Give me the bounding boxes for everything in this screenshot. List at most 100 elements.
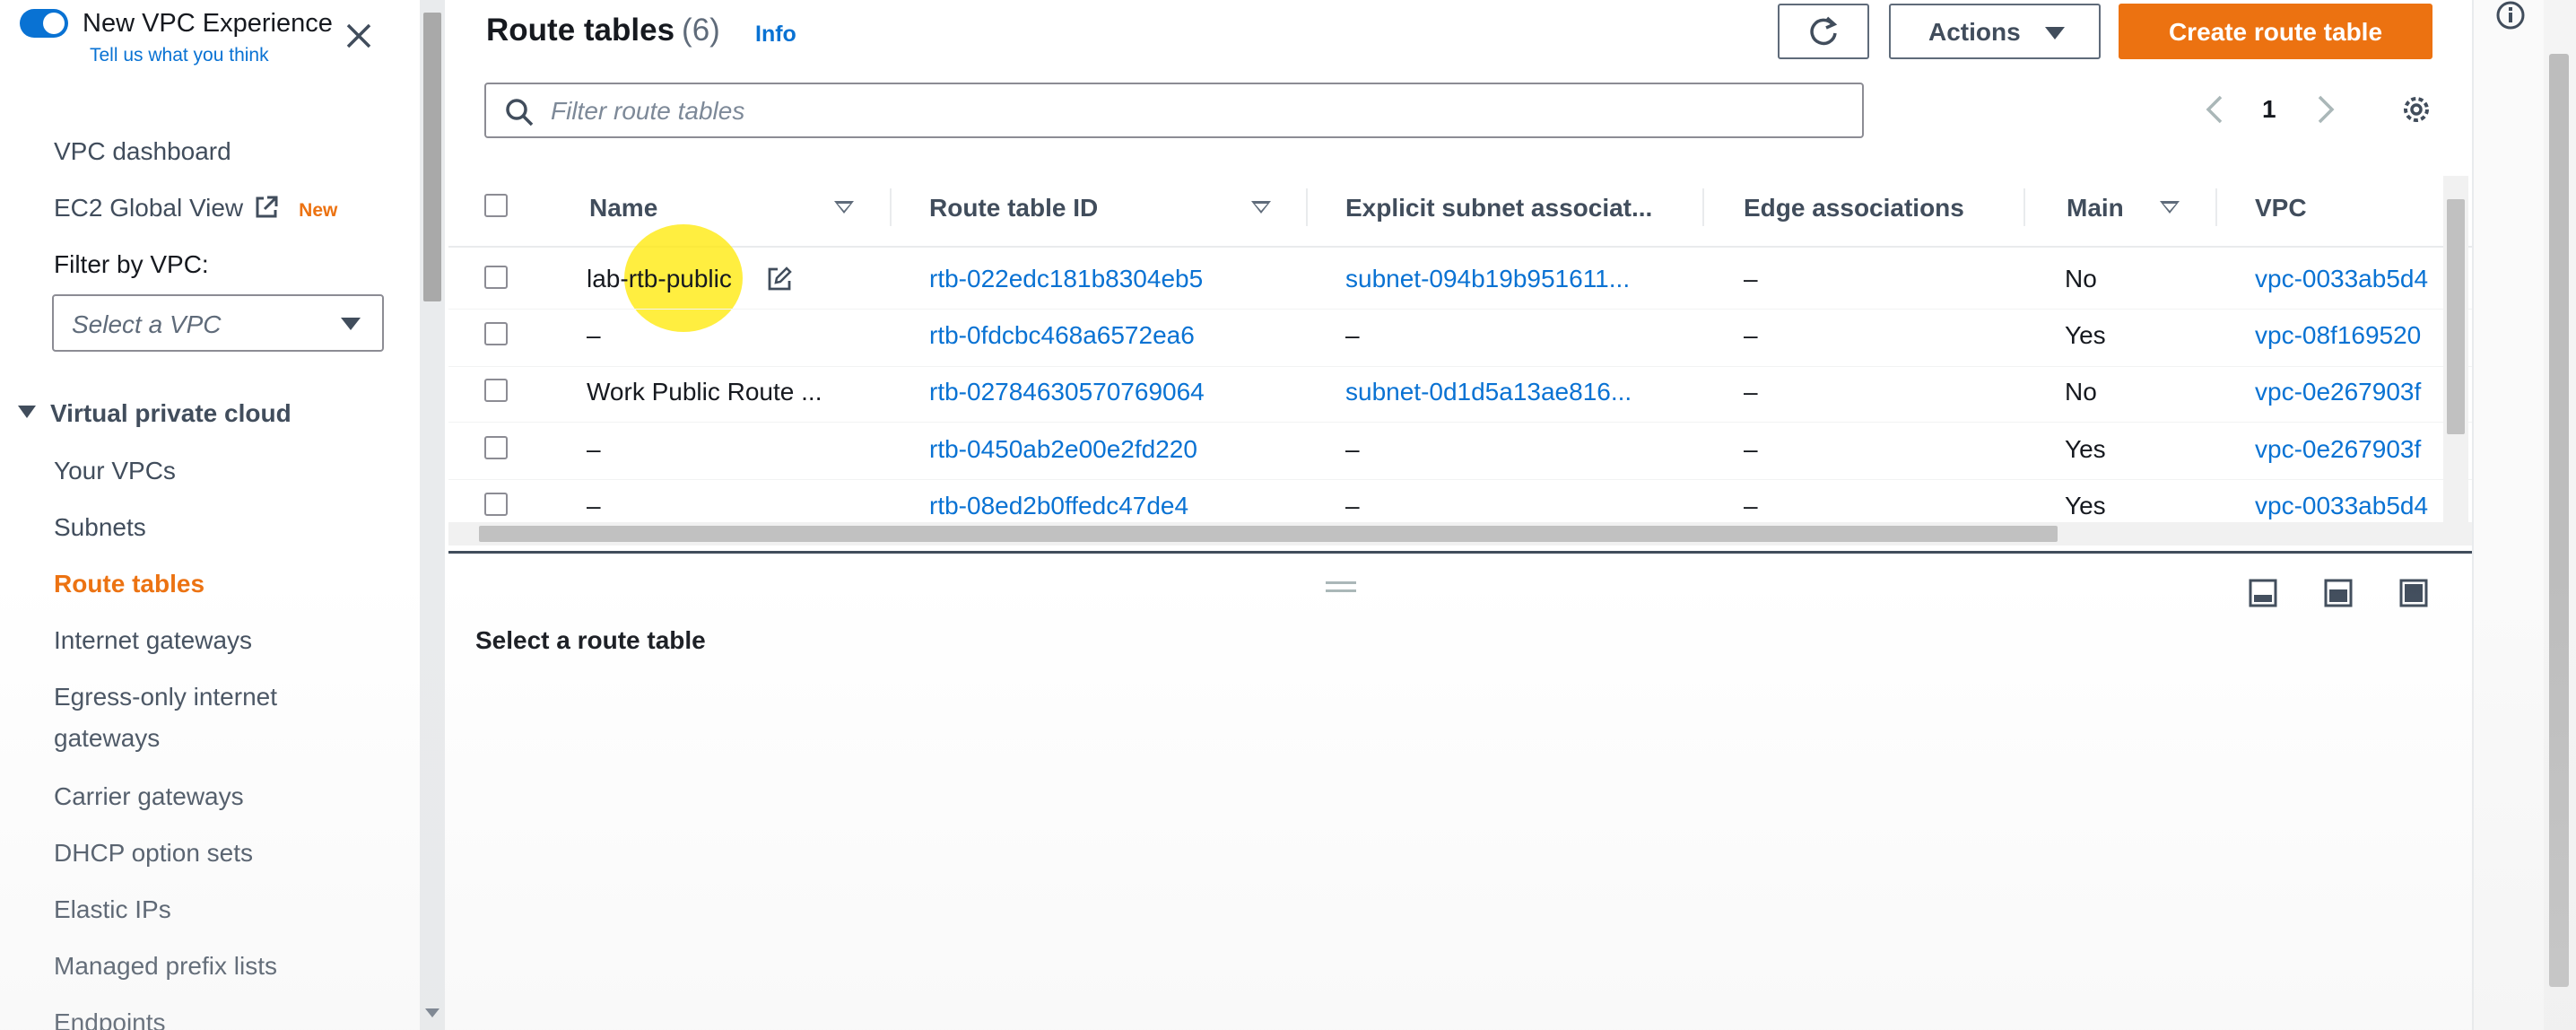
scroll-down-arrow[interactable] xyxy=(425,1008,439,1017)
nav-dhcp-option-sets[interactable]: DHCP option sets xyxy=(54,839,253,868)
table-horizontal-scrollbar[interactable] xyxy=(448,522,2472,546)
cell-route-table-id[interactable]: rtb-022edc181b8304eb5 xyxy=(929,265,1203,293)
cell-route-table-id[interactable]: rtb-0450ab2e00e2fd220 xyxy=(929,435,1197,464)
row-checkbox[interactable] xyxy=(484,493,508,516)
nav-carrier-gateways[interactable]: Carrier gateways xyxy=(54,782,244,811)
nav-egress-only-internet-gateways-line2[interactable]: gateways xyxy=(54,724,160,753)
split-panel-resize-handle[interactable] xyxy=(1326,581,1356,592)
caret-down-icon xyxy=(2045,27,2065,39)
nav-your-vpcs[interactable]: Your VPCs xyxy=(54,457,176,485)
cell-name: – xyxy=(587,492,601,519)
scrollbar-thumb[interactable] xyxy=(2447,199,2465,434)
sidebar: New VPC Experience Tell us what you thin… xyxy=(0,0,420,1030)
nav-vpc-dashboard[interactable]: VPC dashboard xyxy=(54,137,231,166)
nav-managed-prefix-lists[interactable]: Managed prefix lists xyxy=(54,952,277,981)
close-icon[interactable] xyxy=(343,20,375,52)
actions-button[interactable]: Actions xyxy=(1889,4,2101,59)
column-header-vpc[interactable]: VPC xyxy=(2255,194,2307,223)
cell-vpc[interactable]: vpc-0e267903f xyxy=(2255,435,2421,464)
cell-subnet: – xyxy=(1345,435,1360,463)
cell-edge: – xyxy=(1744,265,1758,292)
split-panel-full-icon[interactable] xyxy=(2398,578,2429,608)
sort-icon[interactable] xyxy=(1251,201,1271,214)
scrollbar-thumb[interactable] xyxy=(479,526,2058,542)
nav-label: EC2 Global View xyxy=(54,194,244,222)
cell-name[interactable]: lab-rtb-public xyxy=(587,265,732,293)
row-checkbox[interactable] xyxy=(484,322,508,345)
cell-subnet: – xyxy=(1345,492,1360,519)
cell-subnet[interactable]: subnet-094b19b951611... xyxy=(1345,265,1630,293)
cell-route-table-id[interactable]: rtb-08ed2b0ffedc47de4 xyxy=(929,492,1188,520)
cell-main: No xyxy=(2065,378,2097,406)
table-header-divider xyxy=(448,246,2472,248)
row-checkbox[interactable] xyxy=(484,266,508,289)
table-vertical-scrollbar[interactable] xyxy=(2443,176,2468,522)
column-divider[interactable] xyxy=(890,188,892,226)
row-divider xyxy=(448,422,2472,423)
cell-vpc[interactable]: vpc-0033ab5d4 xyxy=(2255,492,2428,520)
filter-by-vpc-label: Filter by VPC: xyxy=(54,250,209,278)
nav-egress-only-internet-gateways[interactable]: Egress-only internet xyxy=(54,683,277,711)
info-icon[interactable] xyxy=(2495,0,2526,31)
row-checkbox[interactable] xyxy=(484,379,508,402)
nav-subnets[interactable]: Subnets xyxy=(54,513,146,542)
nav-endpoints[interactable]: Endpoints xyxy=(54,1008,166,1030)
select-all-checkbox[interactable] xyxy=(484,194,508,217)
refresh-button[interactable] xyxy=(1778,4,1869,59)
column-header-edge-associations[interactable]: Edge associations xyxy=(1744,194,1964,223)
cell-vpc[interactable]: vpc-08f169520 xyxy=(2255,321,2421,350)
vpc-filter-placeholder: Select a VPC xyxy=(72,310,222,338)
split-panel-message: Select a route table xyxy=(475,626,706,654)
section-virtual-private-cloud[interactable]: Virtual private cloud xyxy=(18,399,292,428)
cell-vpc[interactable]: vpc-0e267903f xyxy=(2255,378,2421,406)
scrollbar-thumb[interactable] xyxy=(423,13,441,301)
row-divider xyxy=(448,479,2472,480)
external-link-icon xyxy=(256,196,278,218)
nav-route-tables[interactable]: Route tables xyxy=(54,570,205,598)
nav-elastic-ips[interactable]: Elastic IPs xyxy=(54,895,171,924)
split-panel-bottom-icon[interactable] xyxy=(2248,578,2278,608)
row-divider xyxy=(448,309,2472,310)
next-page-icon[interactable] xyxy=(2312,92,2339,127)
scrollbar-thumb[interactable] xyxy=(2549,54,2569,987)
split-panel-half-icon[interactable] xyxy=(2323,578,2354,608)
filter-placeholder: Filter route tables xyxy=(551,97,745,125)
toggle-knob xyxy=(43,13,65,34)
cell-edge: – xyxy=(1744,435,1758,463)
actions-label: Actions xyxy=(1928,18,2021,46)
refresh-icon xyxy=(1810,16,1838,46)
item-count: (6) xyxy=(682,13,720,48)
column-header-explicit-subnet[interactable]: Explicit subnet associat... xyxy=(1345,194,1652,223)
column-divider[interactable] xyxy=(1306,188,1308,226)
current-page-number[interactable]: 1 xyxy=(2262,95,2276,124)
vpc-filter-select[interactable]: Select a VPC xyxy=(52,294,384,352)
filter-route-tables-input[interactable]: Filter route tables xyxy=(484,83,1864,138)
feedback-link[interactable]: Tell us what you think xyxy=(90,45,269,66)
sidebar-scrollbar[interactable] xyxy=(420,0,445,1030)
new-experience-toggle[interactable] xyxy=(20,9,68,38)
column-header-name[interactable]: Name xyxy=(589,194,657,223)
cell-route-table-id[interactable]: rtb-0fdcbc468a6572ea6 xyxy=(929,321,1195,350)
sort-icon[interactable] xyxy=(2160,201,2180,214)
cell-main: No xyxy=(2065,265,2097,292)
nav-internet-gateways[interactable]: Internet gateways xyxy=(54,626,252,655)
cell-route-table-id[interactable]: rtb-02784630570769064 xyxy=(929,378,1205,406)
cell-name[interactable]: Work Public Route ... xyxy=(587,378,822,406)
create-route-table-button[interactable]: Create route table xyxy=(2119,4,2432,59)
column-divider[interactable] xyxy=(2215,188,2217,226)
row-checkbox[interactable] xyxy=(484,436,508,459)
column-header-main[interactable]: Main xyxy=(2067,194,2124,223)
new-badge: New xyxy=(299,200,338,221)
edit-icon[interactable] xyxy=(766,266,793,292)
gear-icon[interactable] xyxy=(2397,90,2436,129)
column-header-route-table-id[interactable]: Route table ID xyxy=(929,194,1098,223)
nav-ec2-global-view[interactable]: EC2 Global View New xyxy=(54,194,337,223)
column-divider[interactable] xyxy=(2023,188,2025,226)
sort-icon[interactable] xyxy=(834,201,854,214)
info-link[interactable]: Info xyxy=(755,22,796,48)
cell-vpc[interactable]: vpc-0033ab5d4 xyxy=(2255,265,2428,293)
page-scrollbar[interactable] xyxy=(2544,0,2576,1030)
previous-page-icon[interactable] xyxy=(2201,92,2228,127)
column-divider[interactable] xyxy=(1702,188,1704,226)
cell-subnet[interactable]: subnet-0d1d5a13ae816... xyxy=(1345,378,1632,406)
